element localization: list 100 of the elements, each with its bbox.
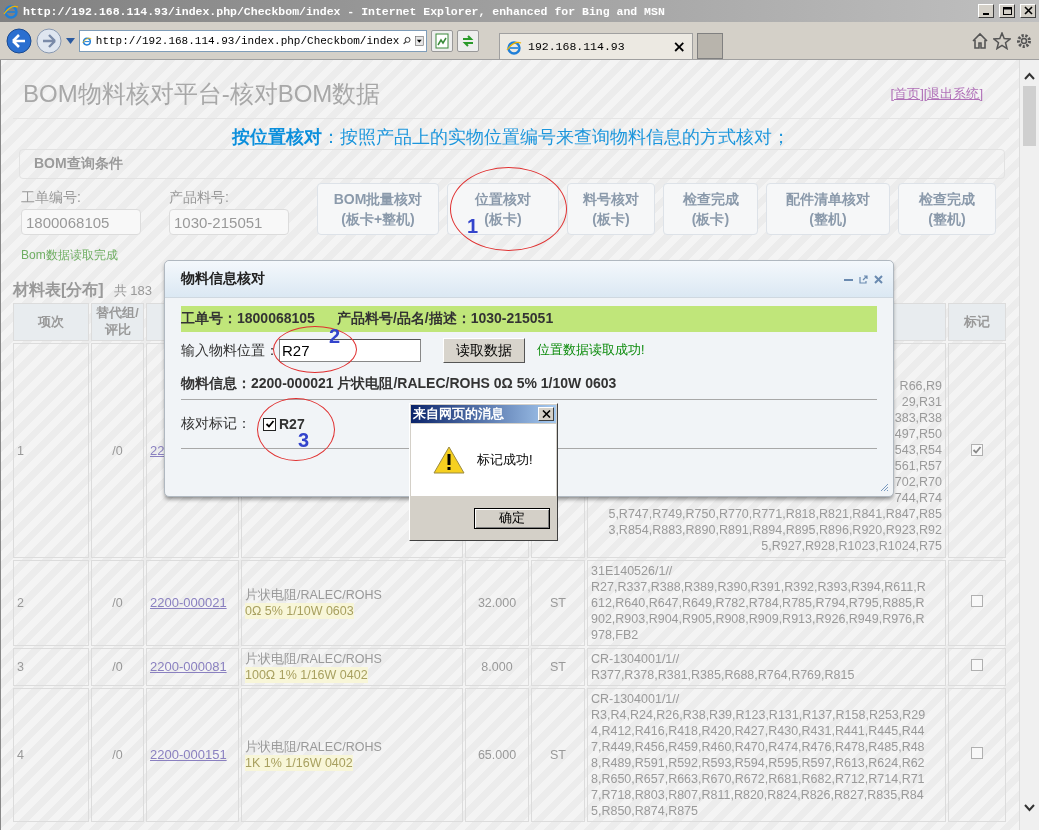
panel-title: BOM查询条件 (34, 155, 123, 173)
column-header: 标记 (948, 303, 1006, 341)
maximize-icon (1001, 6, 1013, 16)
tab-close-button[interactable]: × (672, 37, 686, 56)
search-icon[interactable] (403, 34, 412, 47)
location-list: CR-1304001/1// R3,R4,R24,R26,R38,R39,R123,R131,R137,R158,R253,R29 4,R412,R416,R418,R420,R427,R430,R431,R441,R445,R44 7,R449,R456,R459,R460,R470,R474,R476,R478,R485,R48 8,R489,R591,R592,R593,R594,R595,R597,R613,R624,R62 8,R650,R657,R663,R670,R672,R681,R682,R712,R714,R71 7,R718,R803,R807,R811,R820,R824,R826,R827,R835,R84 5,R850,R874,R875 (591, 691, 942, 819)
table-cell: /0 (91, 560, 144, 646)
close-icon (1022, 6, 1034, 16)
maximize-button[interactable] (999, 4, 1015, 18)
refresh-button[interactable] (457, 29, 479, 52)
table-cell: ST (531, 560, 585, 646)
annotation-number: 3 (298, 430, 310, 450)
close-icon (541, 410, 551, 418)
browser-tab[interactable]: 192.168.114.93 × (499, 33, 693, 59)
scroll-down-icon[interactable] (1024, 804, 1035, 812)
message-title: 来自网页的消息 (413, 405, 505, 423)
table-cell: 8.000 (465, 648, 529, 686)
column-header: 项次 (13, 303, 89, 341)
checkbox[interactable] (263, 417, 276, 431)
location-line: 497,R50 (894, 426, 942, 442)
part-number-link[interactable]: 2200-000021 (150, 595, 227, 610)
location-line: 5,R747,R749,R750,R770,R771,R818,R821,R841,R847,R85 (608, 506, 942, 522)
mode-button[interactable]: 检查完成 (板卡) (663, 183, 758, 235)
window-title: http://192.168.114.93/index.php/Checkbom/index - Internet Explorer, enhanced for Bing and MSN (23, 4, 666, 18)
location-line: 561,R57 (894, 458, 942, 474)
close-button[interactable] (538, 407, 554, 421)
table-cell: 2 (13, 560, 89, 646)
mode-button[interactable]: 检查完成 (整机) (898, 183, 996, 235)
mode-button[interactable]: 配件清单核对 (整机) (766, 183, 890, 235)
checkbox[interactable] (971, 595, 983, 607)
mode-button[interactable]: 料号核对 (板卡) (567, 183, 655, 235)
scroll-thumb[interactable] (1023, 86, 1036, 146)
field-label: 工单编号: (21, 189, 82, 207)
location-line: 3,R854,R883,R890,R891,R894,R895,R896,R920,R923,R92 (608, 522, 942, 538)
spec-text: 0Ω 5% 1/10W 0603 (245, 603, 354, 619)
spec-text: 100Ω 1% 1/16W 0402 (245, 667, 368, 683)
part-number-link[interactable]: 2200-000151 (150, 747, 227, 762)
description-text: 片状电阻/RALEC/ROHS (245, 739, 383, 755)
message-text: 标记成功! (477, 451, 533, 469)
checkbox[interactable] (971, 443, 983, 456)
close-icon[interactable] (874, 274, 883, 284)
location-line: 744,R74 (894, 490, 942, 506)
mode-button[interactable]: BOM批量核对 (板卡+整机) (317, 183, 439, 235)
read-button[interactable]: 读取数据 (443, 338, 525, 363)
resize-grip-icon[interactable] (880, 483, 889, 492)
location-list: CR-1304001/1// R377,R378,R381,R385,R688,R764,R769,R815 (591, 651, 942, 683)
checkbox[interactable] (971, 659, 983, 671)
page-title: BOM物料核对平台-核对BOM数据 (23, 79, 381, 109)
input-field[interactable]: 1800068105 (21, 209, 141, 235)
refresh-icon (460, 32, 476, 49)
spec-text: 1K 1% 1/16W 0402 (245, 755, 353, 771)
mode-description: 按位置核对：按照产品上的实物位置编号来查询物料信息的方式核对； (231, 126, 791, 149)
table-cell: /0 (91, 688, 144, 822)
popout-icon[interactable] (859, 274, 868, 284)
location-list: 31E140526/1// R27,R337,R388,R389,R390,R391,R392,R393,R394,R611,R 612,R640,R647,R649,R782,R784,R785,R794,R795,R885,R 902,R903,R904,R905,R908,R909,R913,R926,R949,R976,R 978,FB2 (591, 563, 942, 643)
location-line: 702,R70 (894, 474, 942, 490)
star-icon[interactable] (993, 31, 1011, 50)
location-line: 383,R38 (894, 410, 942, 426)
address-field[interactable]: http://192.168.114.93/index.php/Checkbom/index (79, 29, 427, 52)
table-cell: 4 (13, 688, 89, 822)
location-line: 29,R31 (901, 394, 942, 410)
compatibility-view-button[interactable] (431, 29, 453, 52)
product-number: 产品料号/品名/描述：1030-215051 (336, 310, 554, 328)
chart-page-icon (434, 32, 450, 49)
table-cell: /0 (91, 648, 144, 686)
field-label: 核对标记： (181, 415, 251, 433)
table-cell: 65.000 (465, 688, 529, 822)
settings-icon[interactable] (1015, 31, 1033, 50)
minimize-button[interactable] (978, 4, 994, 18)
status-text: Bom数据读取完成 (21, 247, 119, 264)
checkbox[interactable] (971, 747, 983, 759)
table-cell: 32.000 (465, 560, 529, 646)
table-cell: ST (531, 648, 585, 686)
table-cell: ST (531, 688, 585, 822)
column-header: 替代组/评比 (91, 303, 144, 341)
home-icon[interactable] (971, 31, 989, 50)
location-line: 543,R54 (894, 442, 942, 458)
item-count: 共 183 (113, 282, 152, 300)
header-link[interactable]: [首页] (890, 85, 924, 103)
status-text: 位置数据读取成功! (537, 342, 645, 359)
dialog-title: 物料信息核对 (181, 270, 266, 288)
header-link[interactable]: [退出系统] (923, 85, 983, 103)
field-label: 输入物料位置： (181, 341, 279, 360)
material-info: 物料信息：2200-000021 片状电阻/RALEC/ROHS 0Ω 5% 1/10W 0603 (181, 375, 618, 393)
close-button[interactable] (1020, 4, 1036, 18)
scrollbar[interactable] (1019, 60, 1039, 830)
annotation-number: 1 (467, 216, 479, 236)
ok-button[interactable]: 确定 (474, 507, 550, 529)
part-number-link[interactable]: 22 (150, 442, 165, 458)
e-logo-icon (3, 3, 19, 19)
description-text: 片状电阻/RALEC/ROHS (245, 587, 383, 603)
back-button[interactable] (6, 27, 32, 54)
table-cell: /0 (91, 343, 144, 558)
table-title: 材料表[分布] (13, 280, 104, 300)
input-field[interactable]: 1030-215051 (169, 209, 289, 235)
warning-icon (433, 446, 465, 474)
location-line: R66,R9 (899, 378, 942, 394)
e-logo-icon (506, 38, 522, 55)
scroll-up-icon[interactable] (1024, 72, 1035, 80)
minimize-icon (983, 13, 989, 15)
